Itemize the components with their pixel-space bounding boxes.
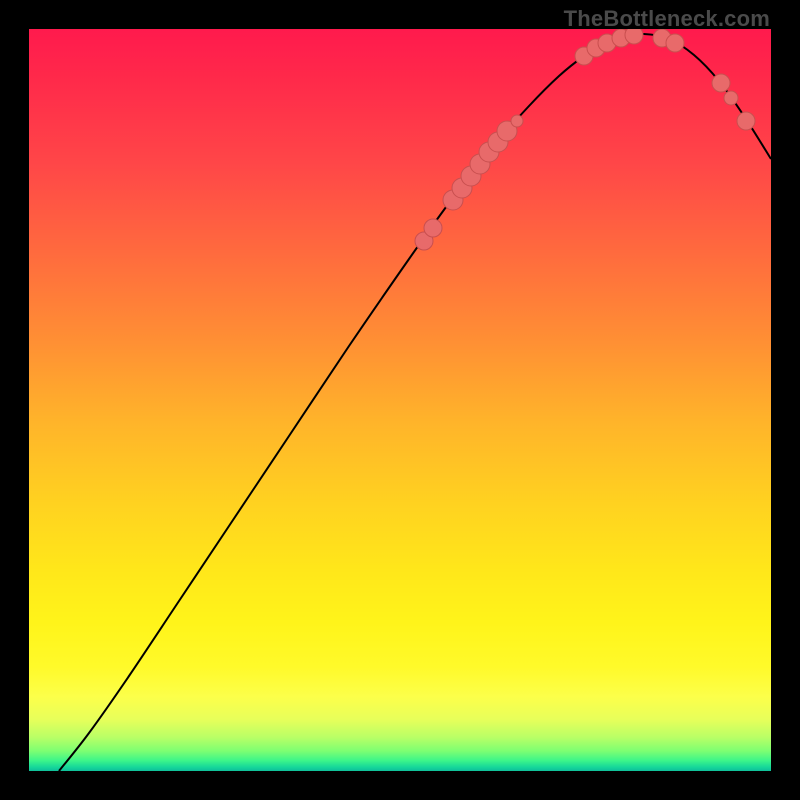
chart-frame	[29, 29, 771, 771]
chart-background-gradient	[29, 29, 771, 771]
